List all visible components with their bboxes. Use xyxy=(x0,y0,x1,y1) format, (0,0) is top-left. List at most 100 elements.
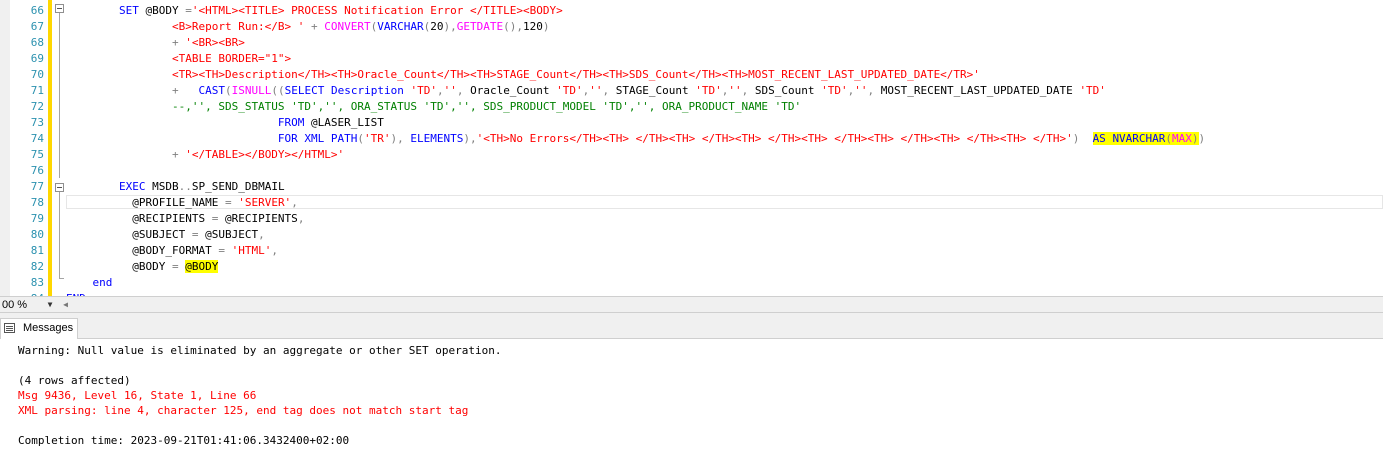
collapse-toggle-icon[interactable] xyxy=(55,4,64,13)
code-line[interactable]: @RECIPIENTS = @RECIPIENTS, xyxy=(66,211,304,227)
code-token: 'HTML' xyxy=(231,244,272,257)
editor-left-margin xyxy=(0,0,10,296)
results-tab-bar: Messages xyxy=(0,313,1383,339)
code-line[interactable]: <TABLE BORDER="1"> xyxy=(66,51,291,67)
code-token: SET xyxy=(118,4,139,17)
message-line: Warning: Null value is eliminated by an … xyxy=(18,344,502,357)
code-line[interactable]: + '</TABLE></BODY></HTML>' xyxy=(66,147,344,163)
line-number: 82 xyxy=(30,260,44,273)
highlighted-token: ) xyxy=(1191,132,1199,145)
code-line[interactable]: --,'', SDS_STATUS 'TD','', ORA_STATUS 'T… xyxy=(66,99,801,115)
code-token: 'TD' xyxy=(821,84,848,97)
line-number: 80 xyxy=(30,228,44,241)
code-token: '<TH>No Errors</TH><TH> </TH><TH> </TH><… xyxy=(476,132,1073,145)
code-token: 'TD' xyxy=(556,84,583,97)
code-line[interactable]: FOR XML PATH('TR'), ELEMENTS),'<TH>No Er… xyxy=(66,131,1205,147)
code-token: FROM xyxy=(277,116,305,129)
code-token: + xyxy=(311,20,318,33)
code-line[interactable]: SET @BODY ='<HTML><TITLE> PROCESS Notifi… xyxy=(66,3,563,19)
code-line[interactable]: @BODY = @BODY xyxy=(66,259,219,275)
error-message-line: XML parsing: line 4, character 125, end … xyxy=(18,404,469,417)
line-number: 66 xyxy=(30,4,44,17)
code-token: , xyxy=(297,212,305,225)
code-token: 120 xyxy=(523,20,543,33)
code-token: @SUBJECT xyxy=(198,228,259,241)
code-token: @PROFILE_NAME xyxy=(66,196,225,209)
line-number: 76 xyxy=(30,164,44,177)
code-area[interactable]: SET @BODY ='<HTML><TITLE> PROCESS Notifi… xyxy=(66,0,1383,296)
code-token: MOST_RECENT_LAST_UPDATED_DATE xyxy=(874,84,1080,97)
messages-pane[interactable]: Warning: Null value is eliminated by an … xyxy=(0,339,1383,455)
code-token: SP_SEND_DBMAIL xyxy=(191,180,285,193)
zoom-level[interactable]: 00 % xyxy=(0,298,27,312)
code-token: GETDATE xyxy=(456,20,504,33)
line-number: 78 xyxy=(30,196,44,209)
zoom-dropdown-arrow-icon[interactable]: ▼ xyxy=(44,300,56,310)
line-number: 70 xyxy=(30,68,44,81)
code-token: Oracle_Count xyxy=(463,84,557,97)
code-token: , xyxy=(258,228,265,241)
scroll-left-arrow-icon[interactable]: ◀ xyxy=(60,299,71,310)
query-editor[interactable]: 66676869707172737475767778798081828384 S… xyxy=(0,0,1383,296)
code-token: 20 xyxy=(430,20,444,33)
code-token: = xyxy=(171,260,179,273)
highlighted-token: @BODY xyxy=(185,260,219,273)
line-number: 81 xyxy=(30,244,44,257)
code-token: ), xyxy=(463,132,477,145)
code-token: @RECIPIENTS xyxy=(218,212,298,225)
code-line[interactable]: @BODY_FORMAT = 'HTML', xyxy=(66,243,278,259)
code-line[interactable]: end xyxy=(66,275,113,291)
code-line[interactable]: @SUBJECT = @SUBJECT, xyxy=(66,227,265,243)
code-token: <TR><TH>Description</TH><TH>Oracle_Count… xyxy=(171,68,980,81)
code-line[interactable]: <TR><TH>Description</TH><TH>Oracle_Count… xyxy=(66,67,980,83)
code-line[interactable]: EXEC MSDB..SP_SEND_DBMAIL xyxy=(66,179,285,195)
outline-guide xyxy=(59,13,60,178)
line-number: 73 xyxy=(30,116,44,129)
code-line[interactable]: + CAST(ISNULL((SELECT Description 'TD','… xyxy=(66,83,1106,99)
highlighted-token: NVARCHAR xyxy=(1112,132,1166,145)
code-token: + xyxy=(171,36,179,49)
highlighted-token: MAX xyxy=(1172,132,1192,145)
code-token: @BODY xyxy=(138,4,186,17)
line-number-gutter: 66676869707172737475767778798081828384 xyxy=(10,0,48,296)
code-token: (), xyxy=(503,20,523,33)
code-line[interactable]: FROM @LASER_LIST xyxy=(66,115,384,131)
line-number: 83 xyxy=(30,276,44,289)
code-token: @BODY_FORMAT xyxy=(66,244,219,257)
code-token: (( xyxy=(271,84,285,97)
line-number: 79 xyxy=(30,212,44,225)
code-token: '<BR><BR> xyxy=(185,36,245,49)
code-token: , xyxy=(436,84,444,97)
highlighted-token: AS xyxy=(1092,132,1106,145)
code-token: <B>Report Run:</B> ' xyxy=(171,20,305,33)
code-token: = xyxy=(185,4,192,17)
code-token: FOR xyxy=(277,132,298,145)
code-token: = xyxy=(224,196,232,209)
code-token: ELEMENTS xyxy=(410,132,464,145)
tab-messages[interactable]: Messages xyxy=(0,318,78,339)
code-token: '<HTML><TITLE> PROCESS Notification Erro… xyxy=(191,4,563,17)
line-number: 74 xyxy=(30,132,44,145)
message-line: Completion time: 2023-09-21T01:41:06.343… xyxy=(18,434,350,447)
code-token: '' xyxy=(589,84,603,97)
code-token: SDS_Count xyxy=(748,84,822,97)
code-line[interactable]: + '<BR><BR> xyxy=(66,35,245,51)
code-token: CAST xyxy=(198,84,225,97)
outlining-margin xyxy=(52,0,66,296)
collapse-toggle-icon[interactable] xyxy=(55,183,64,192)
line-number: 71 xyxy=(30,84,44,97)
code-line[interactable]: @PROFILE_NAME = 'SERVER', xyxy=(66,195,298,211)
code-token: end xyxy=(92,276,113,289)
code-token: ), xyxy=(443,20,457,33)
code-token: 'SERVER' xyxy=(238,196,292,209)
code-token: XML xyxy=(304,132,325,145)
code-line[interactable]: <B>Report Run:</B> ' + CONVERT(VARCHAR(2… xyxy=(66,19,550,35)
